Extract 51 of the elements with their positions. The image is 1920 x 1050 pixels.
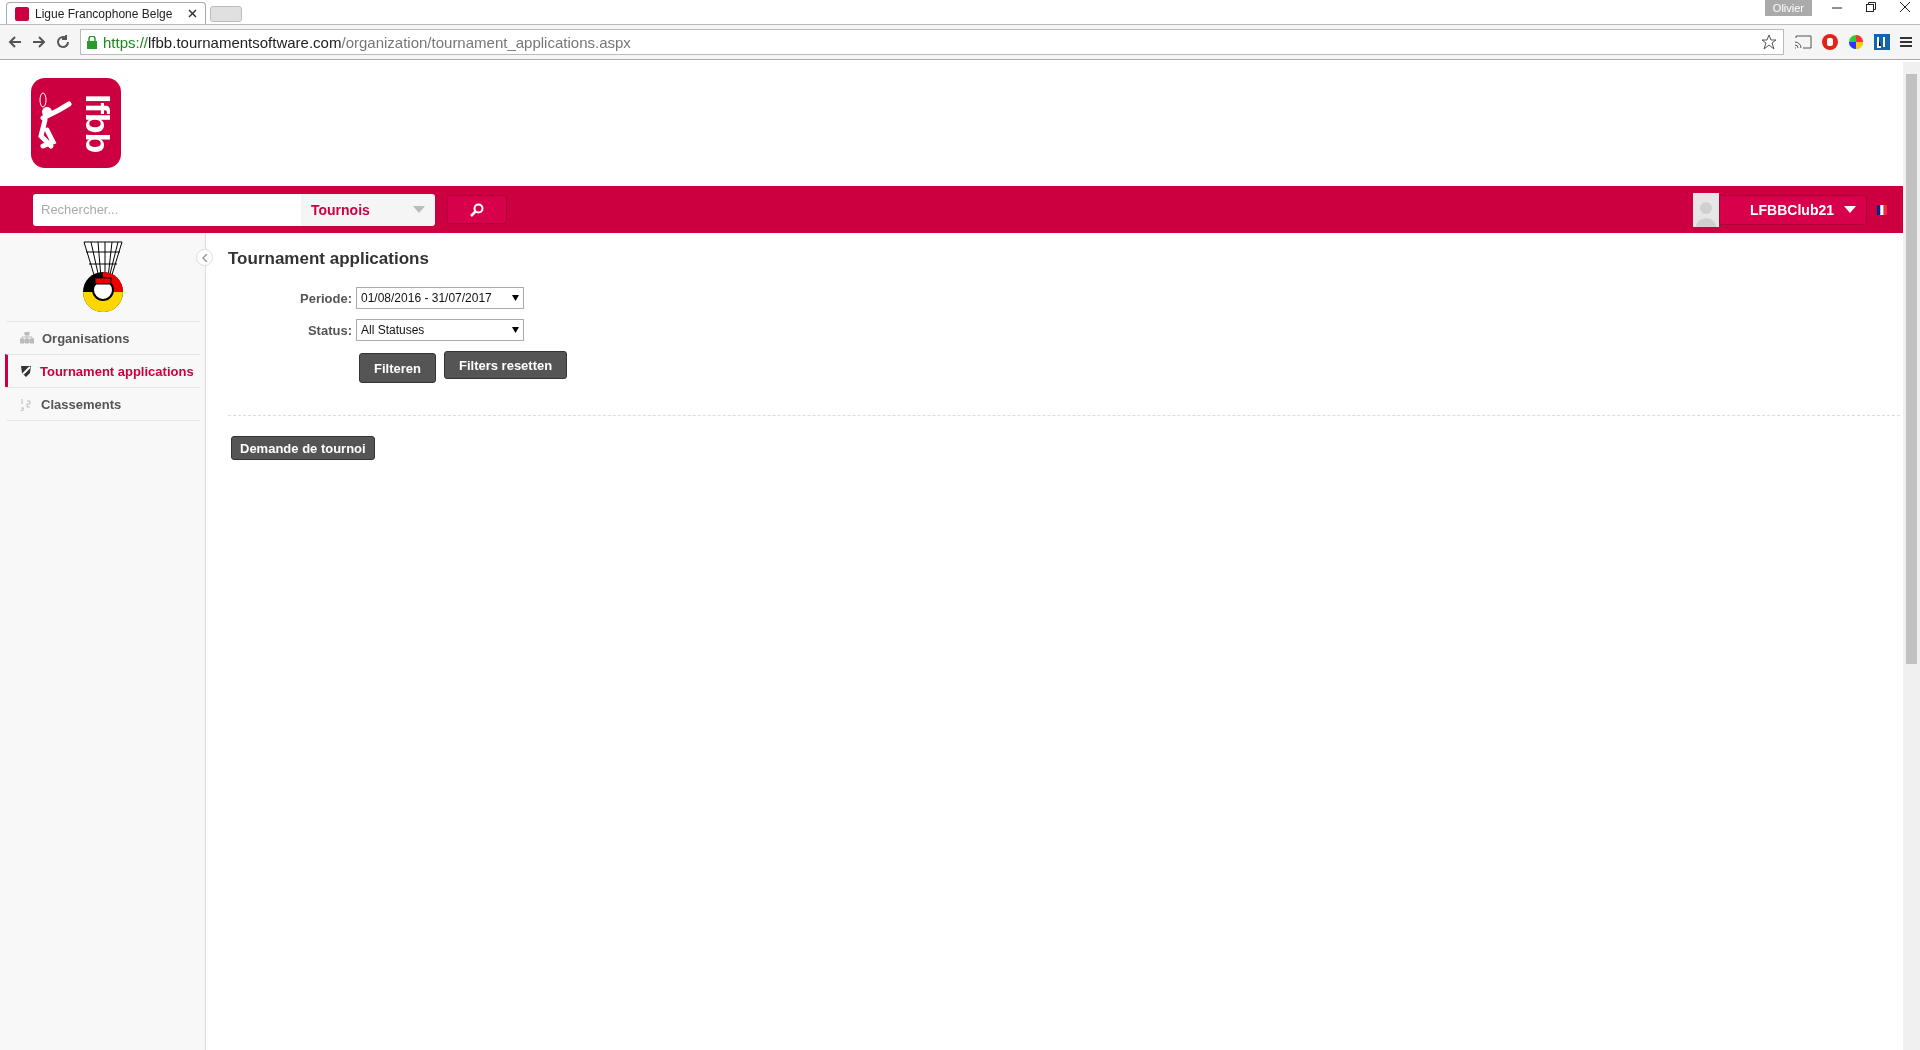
filter-label: Periode: bbox=[299, 290, 352, 306]
filter-button[interactable]: Filteren bbox=[359, 353, 436, 383]
sidebar-item[interactable]: Classements bbox=[5, 387, 200, 421]
page-title: Tournament applications bbox=[228, 249, 430, 269]
user-menu-button[interactable]: LFBBClub21 bbox=[1719, 194, 1867, 225]
sidebar-item-label: Classements bbox=[41, 396, 122, 412]
address-bar[interactable]: https://lfbb.tournamentsoftware.com/organization/tournament_applications.aspx bbox=[80, 29, 1784, 55]
sidebar-item-label: Tournament applications bbox=[40, 363, 194, 379]
collapse-sidebar-button[interactable] bbox=[196, 249, 213, 266]
url-text: https://lfbb.tournamentsoftware.com/organization/tournament_applications.aspx bbox=[103, 33, 631, 51]
tab-title: Ligue Francophone Belge bbox=[35, 6, 173, 21]
caret-icon bbox=[1844, 206, 1856, 213]
search-button[interactable] bbox=[447, 195, 507, 224]
filter-button[interactable]: Filters resetten bbox=[443, 351, 568, 379]
filter-label: Status: bbox=[306, 322, 352, 338]
extension-icon[interactable] bbox=[1874, 34, 1890, 50]
tournament-request-button[interactable]: Demande de tournoi bbox=[231, 436, 375, 460]
caret-icon bbox=[512, 327, 519, 333]
scrollbar-thumb[interactable] bbox=[1906, 74, 1917, 664]
site-favicon-icon bbox=[15, 6, 29, 21]
caret-icon bbox=[413, 206, 425, 213]
french-flag-icon[interactable] bbox=[1877, 204, 1887, 215]
close-icon[interactable] bbox=[1900, 2, 1910, 12]
search-field[interactable]: Rechercher... bbox=[33, 193, 301, 226]
cast-icon[interactable] bbox=[1794, 35, 1812, 49]
shuttlecock-emblem-icon bbox=[80, 240, 125, 314]
star-icon[interactable] bbox=[1761, 34, 1777, 50]
ranking-numbers-icon bbox=[20, 397, 33, 411]
reload-icon[interactable] bbox=[56, 35, 70, 49]
lfbb-logo[interactable]: lfbb bbox=[31, 78, 121, 168]
chevron-left-icon bbox=[201, 253, 208, 262]
shield-icon bbox=[20, 364, 32, 378]
lock-icon bbox=[87, 35, 97, 49]
back-arrow-icon[interactable] bbox=[8, 35, 22, 49]
search-icon bbox=[470, 202, 484, 217]
logo-text: lfbb bbox=[81, 93, 115, 153]
menu-icon[interactable] bbox=[1900, 36, 1912, 48]
browser-tab[interactable]: Ligue Francophone Belge bbox=[6, 2, 206, 24]
avatar[interactable] bbox=[1693, 192, 1719, 227]
sidebar-item[interactable]: Organisations bbox=[5, 321, 200, 354]
sidebar-item-label: Organisations bbox=[42, 330, 130, 346]
sitemap-icon bbox=[20, 332, 34, 344]
restore-icon[interactable] bbox=[1866, 2, 1876, 12]
caret-icon bbox=[512, 295, 519, 301]
color-wheel-icon[interactable] bbox=[1848, 34, 1864, 50]
close-icon[interactable] bbox=[188, 9, 197, 18]
filter-select[interactable]: 01/08/2016 - 31/07/2017 bbox=[356, 287, 524, 309]
forward-arrow-icon[interactable] bbox=[32, 35, 46, 49]
category-dropdown[interactable]: Tournois bbox=[301, 193, 435, 226]
sidebar-item[interactable]: Tournament applications bbox=[5, 354, 200, 387]
filter-select[interactable]: All Statuses bbox=[356, 319, 524, 341]
